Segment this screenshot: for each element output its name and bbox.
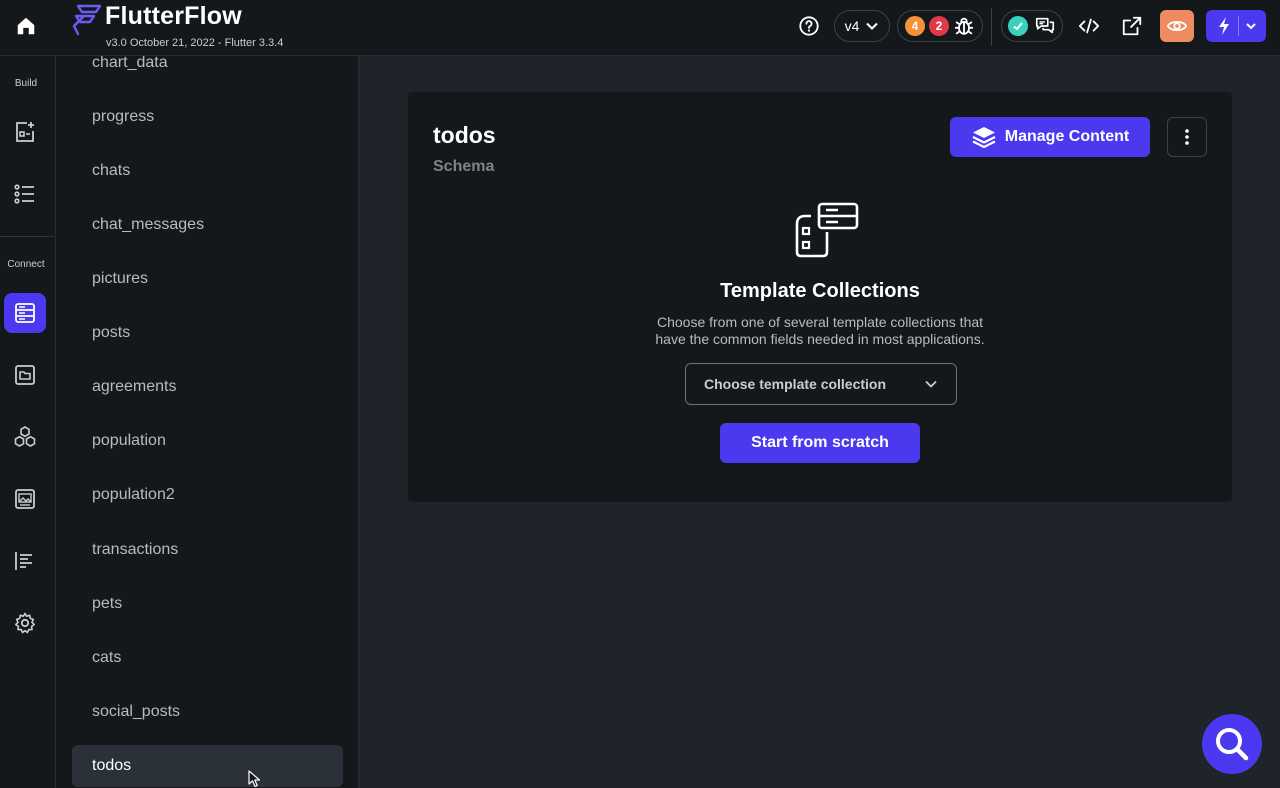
manage-content-label: Manage Content: [1004, 128, 1130, 145]
search-fab[interactable]: [1202, 714, 1262, 774]
collection-card: todos Schema Manage Content Template Col…: [408, 92, 1232, 502]
navigation-rail: Build Connect: [0, 56, 56, 788]
check-icon[interactable]: [1008, 16, 1028, 36]
collection-item[interactable]: chart_data: [72, 56, 343, 84]
media-assets-button[interactable]: [4, 479, 46, 519]
image-icon: [15, 489, 35, 509]
settings-button[interactable]: [4, 603, 46, 643]
more-vertical-icon: [1185, 129, 1189, 145]
collection-item[interactable]: chats: [72, 150, 343, 192]
connect-section-label: Connect: [7, 259, 45, 270]
search-icon: [1216, 728, 1249, 761]
collection-item[interactable]: population: [72, 420, 343, 462]
toolbar-divider: [991, 8, 992, 46]
manage-content-button[interactable]: Manage Content: [950, 117, 1150, 157]
code-icon: [1078, 18, 1100, 34]
template-select-placeholder: Choose template collection: [704, 376, 887, 392]
template-collections-title: Template Collections: [720, 280, 920, 302]
comments-icon[interactable]: [1034, 15, 1056, 37]
collection-item[interactable]: posts: [72, 312, 343, 354]
warning-count-badge[interactable]: 4: [905, 16, 925, 36]
preview-button[interactable]: [1160, 10, 1194, 42]
list-tree-icon: [14, 184, 34, 204]
home-icon: [17, 17, 35, 35]
add-page-icon: [16, 122, 34, 142]
flutterflow-logo: [72, 4, 102, 36]
gear-icon: [15, 612, 35, 634]
eye-icon: [1166, 20, 1188, 32]
view-code-button[interactable]: [1074, 12, 1104, 40]
firestore-button[interactable]: [4, 293, 46, 333]
home-button[interactable]: [0, 0, 52, 52]
app-values-button[interactable]: [4, 541, 46, 581]
branch-select[interactable]: v4: [834, 10, 890, 42]
brand-name: FlutterFlow: [105, 2, 242, 30]
collection-item[interactable]: transactions: [72, 529, 343, 571]
error-count-badge[interactable]: 2: [929, 16, 949, 36]
rail-divider: [0, 236, 54, 237]
help-button[interactable]: [796, 12, 822, 40]
template-collections-icon: [795, 202, 859, 258]
bug-icon[interactable]: [953, 15, 975, 37]
open-external-button[interactable]: [1118, 12, 1146, 40]
integrations-button[interactable]: [4, 417, 46, 457]
collection-item[interactable]: cats: [72, 637, 343, 679]
collection-item[interactable]: pictures: [72, 258, 343, 300]
collection-subtitle: Schema: [433, 158, 495, 175]
run-button-divider: [1237, 16, 1239, 36]
collection-title: todos: [433, 122, 496, 148]
collection-item[interactable]: progress: [72, 96, 343, 138]
hexagons-icon: [14, 426, 36, 447]
open-external-icon: [1122, 16, 1142, 36]
template-collections-description: Choose from one of several template coll…: [655, 314, 985, 347]
widget-tree-button[interactable]: [4, 174, 46, 214]
start-from-scratch-button[interactable]: Start from scratch: [720, 423, 920, 463]
run-button[interactable]: [1206, 10, 1266, 42]
folder-icon: [15, 365, 35, 385]
chevron-down-icon: [925, 380, 937, 388]
lightning-icon: [1218, 17, 1229, 35]
collab-group[interactable]: [1001, 10, 1063, 42]
issues-group[interactable]: 4 2: [897, 10, 983, 42]
database-icon: [15, 303, 35, 323]
collection-item-selected[interactable]: todos: [72, 745, 343, 787]
collection-item[interactable]: social_posts: [72, 691, 343, 733]
branch-label: v4: [844, 18, 860, 34]
mouse-cursor-icon: [248, 770, 261, 788]
top-bar: FlutterFlow v3.0 October 21, 2022 - Flut…: [0, 0, 1280, 56]
build-section-label: Build: [14, 78, 38, 89]
collection-item[interactable]: agreements: [72, 366, 343, 408]
collection-item[interactable]: pets: [72, 583, 343, 625]
storage-button[interactable]: [4, 355, 46, 395]
layers-icon: [972, 127, 996, 149]
align-left-icon: [15, 552, 32, 570]
chevron-down-icon: [866, 22, 879, 30]
collections-list: chart_data progress chats chat_messages …: [56, 56, 359, 788]
collection-item[interactable]: chat_messages: [72, 204, 343, 246]
collection-item[interactable]: population2: [72, 474, 343, 516]
version-info: v3.0 October 21, 2022 - Flutter 3.3.4: [106, 37, 284, 49]
template-collection-select[interactable]: Choose template collection: [685, 363, 957, 405]
add-page-button[interactable]: [4, 112, 46, 152]
help-icon: [799, 16, 819, 36]
more-options-button[interactable]: [1167, 117, 1207, 157]
chevron-down-icon[interactable]: [1245, 20, 1257, 32]
